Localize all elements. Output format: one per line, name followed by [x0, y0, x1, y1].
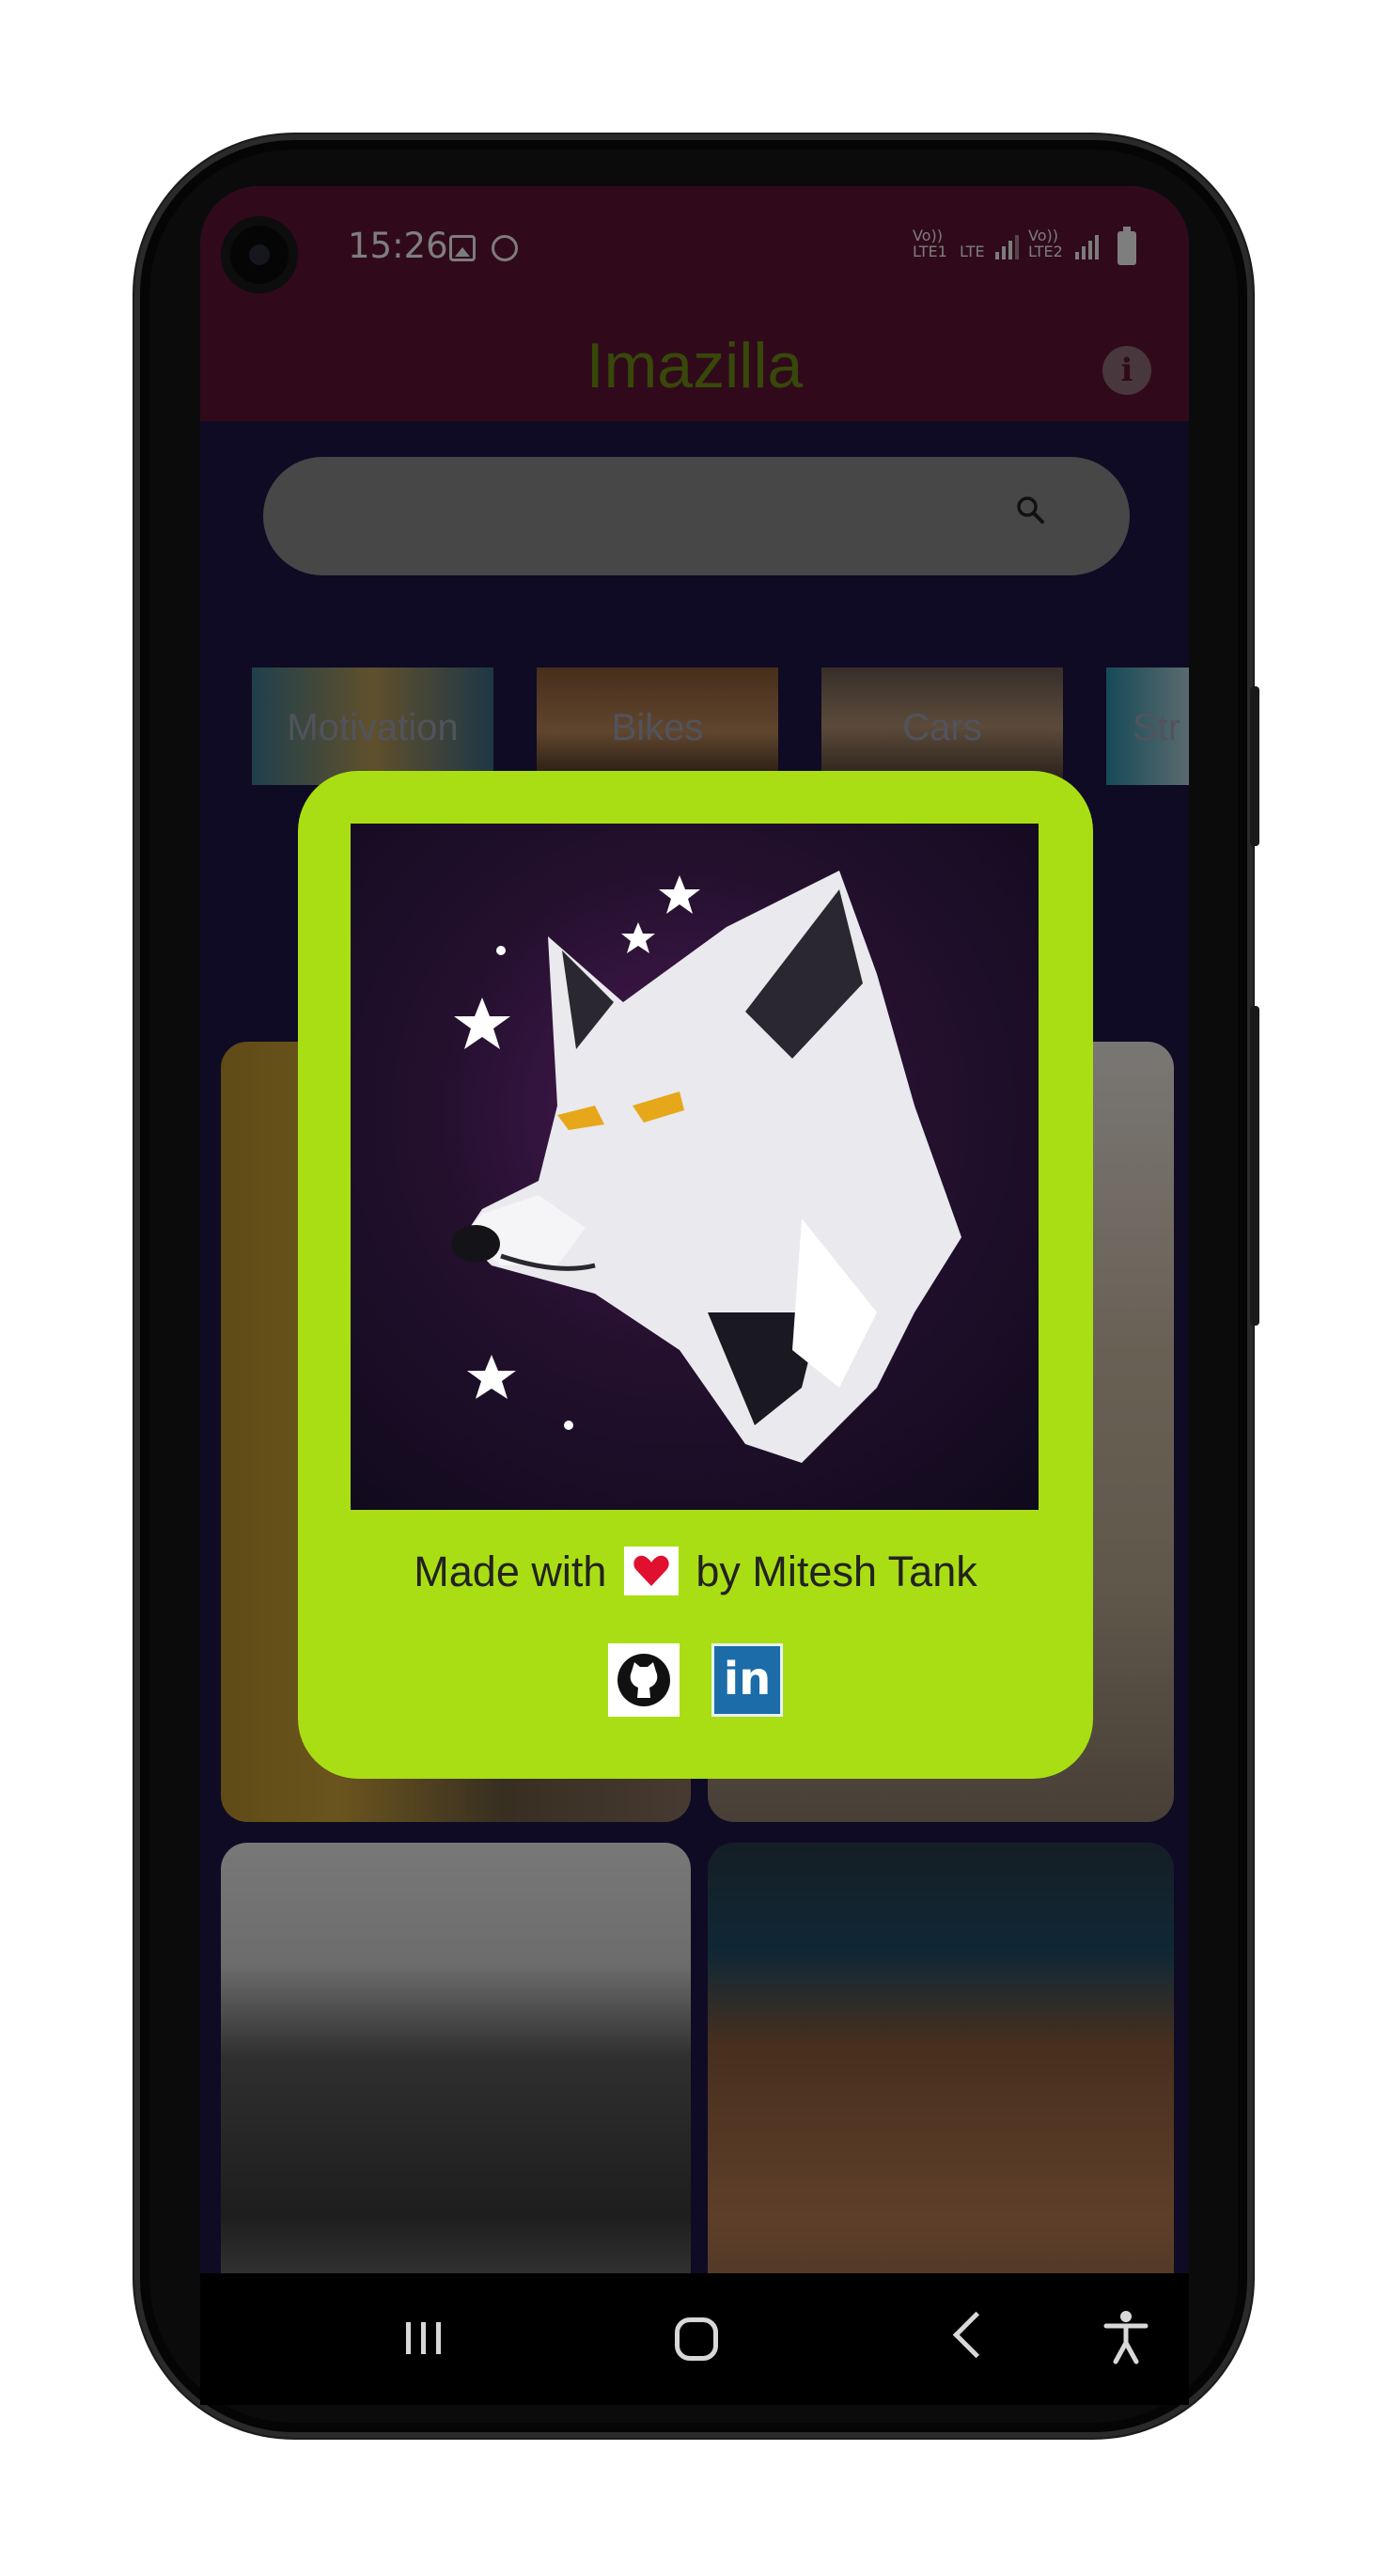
linkedin-button[interactable]: in	[711, 1643, 783, 1717]
system-nav-bar	[200, 2273, 1189, 2405]
wolf-logo-image	[351, 824, 1039, 1510]
about-dialog: Made with by Mitesh Tank in	[298, 771, 1093, 1779]
credit-suffix: by Mitesh Tank	[696, 1547, 977, 1595]
accessibility-icon	[1103, 2311, 1149, 2364]
heart-icon	[623, 1547, 679, 1596]
github-icon	[617, 1654, 670, 1706]
recents-button[interactable]	[402, 2301, 447, 2377]
credit-text: Made with by Mitesh Tank	[298, 1547, 1093, 1599]
home-button[interactable]	[675, 2317, 718, 2361]
power-button	[1250, 1006, 1259, 1326]
volume-button	[1250, 686, 1259, 846]
linkedin-icon: in	[723, 1653, 772, 1705]
credit-prefix: Made with	[414, 1547, 607, 1595]
accessibility-button[interactable]	[1102, 2309, 1149, 2365]
back-button[interactable]	[952, 2311, 1000, 2359]
wolf-illustration	[451, 871, 961, 1463]
github-button[interactable]	[608, 1643, 680, 1717]
